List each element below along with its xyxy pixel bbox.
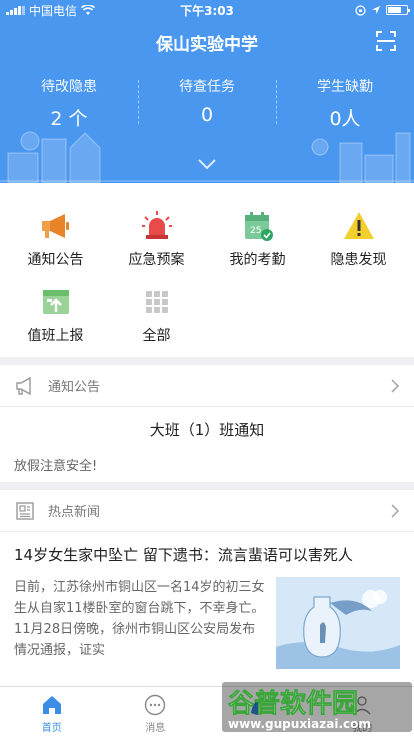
tab-label: 消息 <box>145 723 166 734</box>
action-emergency-plans[interactable]: 应急预案 <box>105 209 208 269</box>
status-time: 下午3:03 <box>180 3 234 18</box>
action-label: 全部 <box>142 328 171 344</box>
action-hazard-report[interactable]: 隐患发现 <box>307 209 410 269</box>
news-section-header[interactable]: 热点新闻 <box>0 490 414 532</box>
action-all[interactable]: 全部 <box>105 285 208 345</box>
notice-card: 通知公告 大班（1）班通知 放假注意安全! <box>0 365 414 482</box>
tab-home[interactable]: 首页 <box>0 687 104 736</box>
news-headline[interactable]: 14岁女生家中坠亡 留下遗书：流言蜚语可以害死人 <box>0 532 414 565</box>
stats-row: 待改隐患 2 个 待查任务 0 学生缺勤 0人 <box>0 76 414 131</box>
notice-title[interactable]: 大班（1）班通知 <box>0 407 414 449</box>
stat-pending-hazards[interactable]: 待改隐患 2 个 <box>0 76 138 131</box>
stat-value: 0 <box>200 104 214 126</box>
stat-value: 2 个 <box>50 108 88 130</box>
notice-body: 放假注意安全! <box>14 459 98 474</box>
battery-icon <box>386 5 410 15</box>
news-card: 热点新闻 14岁女生家中坠亡 留下遗书：流言蜚语可以害死人 日前，江苏徐州市铜山… <box>0 490 414 686</box>
grid-icon <box>145 291 168 313</box>
home-icon <box>42 696 61 714</box>
megaphone-outline-icon <box>16 376 31 395</box>
watermark-logo: 谷普软件园 www.gupuxiazai.com <box>222 682 412 732</box>
action-label: 应急预案 <box>128 252 185 268</box>
quick-actions-grid: 通知公告 应急预案 25 我的考勤 隐患发现 值班上报 全部 <box>0 183 414 357</box>
action-my-attendance[interactable]: 25 我的考勤 <box>206 209 309 269</box>
news-section-label: 热点新闻 <box>48 505 101 520</box>
newspaper-icon <box>16 501 34 520</box>
stat-label: 待查任务 <box>179 79 235 95</box>
stat-value: 0人 <box>329 108 361 130</box>
duty-report-icon <box>42 290 69 314</box>
calendar-check-icon: 25 <box>244 212 273 241</box>
watermark-title: 谷普软件园 <box>228 688 358 719</box>
warning-icon <box>343 212 374 239</box>
tab-label: 首页 <box>41 723 62 734</box>
status-bar: 中国电信 下午3:03 <box>0 0 414 20</box>
stat-pending-tasks[interactable]: 待查任务 0 <box>138 76 276 131</box>
watermark-url: www.gupuxiazai.com <box>228 717 371 731</box>
action-notices[interactable]: 通知公告 <box>4 209 107 269</box>
header-banner: 中国电信 下午3:03 保山实验中学 待改隐患 2 个 待查任务 0 学生缺勤 … <box>0 0 414 183</box>
stat-label: 待改隐患 <box>41 79 97 95</box>
action-duty-report[interactable]: 值班上报 <box>4 285 107 345</box>
action-label: 隐患发现 <box>330 252 387 268</box>
stat-label: 学生缺勤 <box>317 79 373 95</box>
action-label: 我的考勤 <box>229 252 286 268</box>
chat-bubble-icon <box>145 694 166 716</box>
action-label: 值班上报 <box>27 328 84 344</box>
chevron-right-icon <box>391 503 400 518</box>
news-item[interactable]: 日前，江苏徐州市铜山区一名14岁的初三女生从自家11楼卧室的窗台跳下，不幸身亡。… <box>0 565 414 669</box>
chevron-down-icon[interactable] <box>197 158 217 170</box>
news-thumbnail-image <box>276 577 400 669</box>
scan-icon[interactable] <box>374 29 398 53</box>
tab-messages[interactable]: 消息 <box>104 687 208 736</box>
chevron-right-icon <box>391 378 400 393</box>
notice-section-label: 通知公告 <box>48 380 101 395</box>
svg-text:25: 25 <box>250 226 261 236</box>
notice-section-header[interactable]: 通知公告 <box>0 365 414 407</box>
megaphone-icon <box>41 214 69 238</box>
page-title: 保山实验中学 <box>156 34 258 55</box>
alarm-light-icon <box>141 211 172 239</box>
news-excerpt: 日前，江苏徐州市铜山区一名14岁的初三女生从自家11楼卧室的窗台跳下，不幸身亡。… <box>14 580 265 658</box>
action-label: 通知公告 <box>27 252 84 268</box>
stat-student-absence[interactable]: 学生缺勤 0人 <box>276 76 414 131</box>
